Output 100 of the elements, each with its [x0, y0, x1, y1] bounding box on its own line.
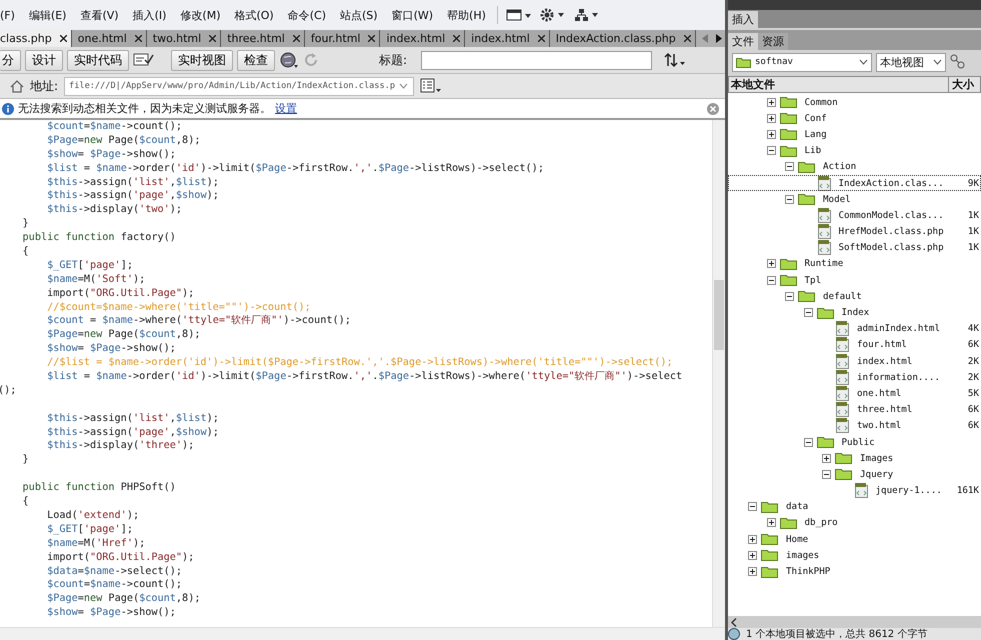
- tree-item[interactable]: Public: [728, 434, 981, 450]
- list-options-icon[interactable]: [420, 78, 442, 94]
- address-field[interactable]: file:///D|/AppServ/www/pro/Admin/Lib/Action/IndexAction.class.p: [64, 76, 414, 96]
- close-icon[interactable]: [60, 35, 67, 42]
- tree-item[interactable]: one.html 5K: [728, 385, 981, 402]
- toolbar-button[interactable]: 设计: [25, 50, 63, 70]
- tree-item[interactable]: adminIndex.html 4K: [728, 320, 981, 337]
- collapse-icon[interactable]: [785, 162, 794, 172]
- tree-item[interactable]: four.html 6K: [728, 336, 981, 353]
- expand-icon[interactable]: [748, 567, 757, 576]
- close-icon[interactable]: [368, 35, 376, 42]
- validate-icon[interactable]: [133, 52, 155, 68]
- expand-icon[interactable]: [748, 534, 757, 544]
- collapse-icon[interactable]: [785, 292, 794, 301]
- expand-icon[interactable]: [766, 518, 776, 528]
- toolbar-button[interactable]: 实时视图: [171, 50, 233, 70]
- tree-item[interactable]: CommonModel.clas... 1K: [728, 207, 981, 224]
- tree-item[interactable]: Lib: [728, 142, 981, 159]
- document-tab[interactable]: class.php: [0, 30, 72, 47]
- title-field[interactable]: [421, 50, 652, 70]
- close-icon[interactable]: [684, 35, 691, 42]
- document-tab[interactable]: index.html: [465, 30, 550, 47]
- menu-item[interactable]: 查看(V): [73, 8, 126, 22]
- close-icon[interactable]: [209, 35, 216, 42]
- document-tab[interactable]: two.html: [146, 30, 222, 47]
- sitemap-icon[interactable]: [574, 8, 600, 22]
- tree-item[interactable]: db_pro: [728, 514, 981, 532]
- tree-item[interactable]: Runtime: [728, 256, 981, 272]
- document-tab[interactable]: one.html: [72, 30, 147, 47]
- panel-tab[interactable]: 文件: [728, 33, 758, 50]
- site-dropdown[interactable]: softnav: [732, 52, 872, 72]
- close-icon[interactable]: [453, 35, 460, 42]
- tree-item[interactable]: IndexAction.clas... 9K: [728, 174, 981, 192]
- collapse-icon[interactable]: [785, 194, 794, 204]
- menu-item[interactable]: 格式(O): [227, 8, 281, 22]
- tree-item[interactable]: Home: [728, 531, 981, 548]
- tree-item[interactable]: jquery-1.... 161K: [728, 482, 981, 499]
- horizontal-scrollbar[interactable]: [728, 616, 981, 628]
- menu-item[interactable]: 编辑(E): [22, 8, 74, 22]
- expand-icon[interactable]: [822, 454, 831, 463]
- tree-item[interactable]: SoftModel.class.php 1K: [728, 240, 981, 256]
- close-icon[interactable]: [134, 35, 142, 42]
- panel-tab[interactable]: 资源: [758, 33, 788, 50]
- tree-item[interactable]: images: [728, 547, 981, 564]
- gear-icon[interactable]: [540, 8, 566, 22]
- vertical-scrollbar[interactable]: [712, 120, 725, 627]
- settings-link[interactable]: 设置: [275, 101, 297, 116]
- column-header[interactable]: 本地文件: [729, 77, 949, 92]
- menu-item[interactable]: 插入(I): [126, 8, 174, 22]
- tree-item[interactable]: Conf: [728, 110, 981, 126]
- view-dropdown[interactable]: 本地视图: [876, 52, 946, 72]
- toolbar-button[interactable]: 分: [0, 50, 21, 70]
- sort-icon[interactable]: [664, 52, 686, 68]
- collapse-icon[interactable]: [748, 502, 757, 512]
- menu-item[interactable]: 修改(M): [173, 8, 228, 22]
- tree-item[interactable]: Index: [728, 304, 981, 321]
- tree-item[interactable]: Tpl: [728, 272, 981, 288]
- menu-item[interactable]: 帮助(H): [440, 8, 493, 22]
- tree-item[interactable]: two.html 6K: [728, 418, 981, 434]
- horizontal-scrollbar[interactable]: [0, 627, 725, 640]
- tree-item[interactable]: Lang: [728, 126, 981, 143]
- dropdown-icon[interactable]: [399, 83, 408, 89]
- tree-item[interactable]: ThinkPHP: [728, 563, 981, 580]
- tree-item[interactable]: information.... 2K: [728, 369, 981, 386]
- tree-item[interactable]: data: [728, 498, 981, 515]
- tree-item[interactable]: three.html 6K: [728, 402, 981, 418]
- expand-icon[interactable]: [748, 550, 757, 560]
- collapse-icon[interactable]: [766, 276, 776, 285]
- collapse-icon[interactable]: [822, 470, 831, 479]
- panel-tab[interactable]: 插入: [728, 11, 758, 28]
- tree-item[interactable]: Model: [728, 191, 981, 208]
- expand-icon[interactable]: [766, 98, 776, 107]
- document-tab[interactable]: three.html: [221, 30, 305, 47]
- right-arrow-icon[interactable]: [716, 34, 722, 43]
- tree-item[interactable]: Common: [728, 94, 981, 110]
- tree-item[interactable]: Action: [728, 158, 981, 175]
- layout-icon[interactable]: [506, 9, 532, 21]
- menu-item[interactable]: 窗口(W): [384, 8, 440, 22]
- expand-icon[interactable]: [766, 114, 776, 123]
- tree-item[interactable]: Jquery: [728, 466, 981, 482]
- tree-item[interactable]: HrefModel.class.php 1K: [728, 224, 981, 240]
- document-tab[interactable]: index.html: [380, 30, 466, 47]
- expand-icon[interactable]: [766, 130, 776, 139]
- menu-item[interactable]: 命令(C): [280, 8, 333, 22]
- collapse-icon[interactable]: [766, 146, 776, 156]
- tree-item[interactable]: Images: [728, 450, 981, 466]
- collapse-icon[interactable]: [804, 308, 812, 318]
- close-icon[interactable]: [292, 35, 300, 42]
- toolbar-button[interactable]: 检查: [237, 50, 275, 70]
- tree-item[interactable]: index.html 2K: [728, 353, 981, 370]
- document-tab[interactable]: four.html: [304, 30, 380, 47]
- close-icon[interactable]: [538, 35, 545, 42]
- tree-item[interactable]: default: [728, 288, 981, 304]
- globe-icon[interactable]: [279, 51, 299, 69]
- home-icon[interactable]: [10, 80, 24, 92]
- column-header[interactable]: 大小: [949, 77, 980, 92]
- menu-item[interactable]: 站点(S): [333, 8, 385, 22]
- menu-item[interactable]: (F): [0, 8, 22, 22]
- document-tab[interactable]: IndexAction.class.php: [550, 30, 696, 47]
- connect-icon[interactable]: [950, 54, 966, 70]
